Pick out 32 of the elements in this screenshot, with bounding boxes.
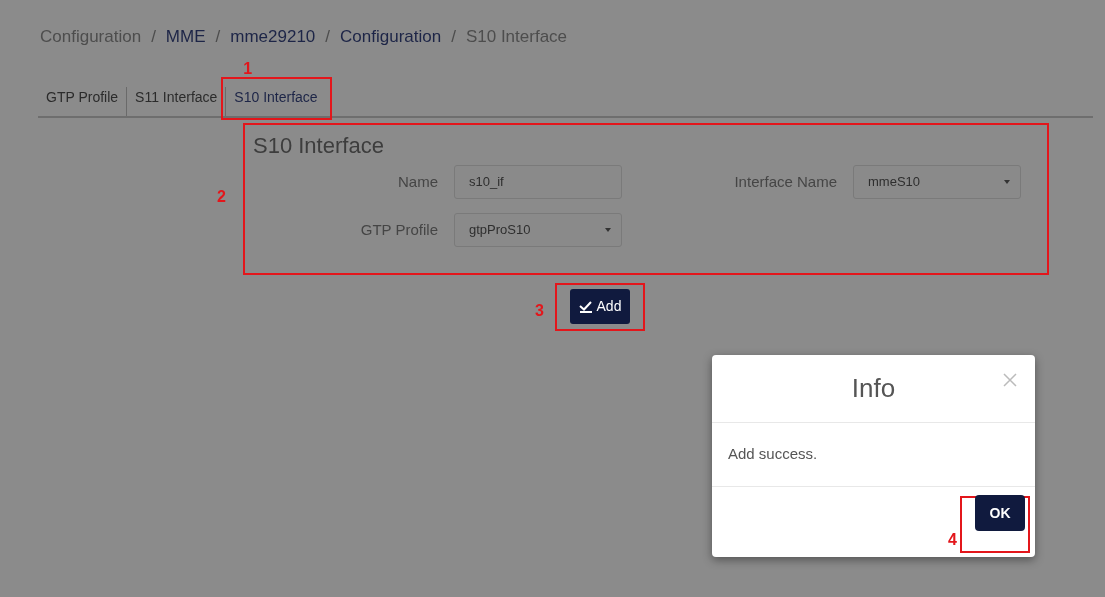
- tab[interactable]: S11 Interface: [126, 86, 226, 116]
- caret-icon: [605, 227, 611, 232]
- breadcrumb-link[interactable]: MME: [165, 24, 206, 50]
- tab[interactable]: S10 Interface: [225, 86, 326, 116]
- field-label: GTP Profile: [359, 219, 438, 240]
- dialog-message: Add success.: [728, 444, 818, 465]
- input-field[interactable]: s10_if: [454, 164, 622, 199]
- field-label: Name: [397, 171, 438, 192]
- breadcrumb-item: Configuration: [40, 26, 142, 48]
- annotation-number: 2: [217, 186, 226, 207]
- breadcrumb-link[interactable]: mme29210: [230, 24, 316, 50]
- breadcrumb-separator: /: [451, 26, 456, 48]
- caret-icon: [1004, 179, 1010, 184]
- field-label: Interface Name: [733, 171, 837, 192]
- dropdown[interactable]: gtpProS10: [454, 212, 622, 247]
- dropdown[interactable]: mmeS10: [853, 164, 1021, 199]
- breadcrumb-separator: /: [215, 26, 221, 48]
- breadcrumb-separator: /: [325, 26, 331, 48]
- breadcrumb-item: S10 Interface: [465, 26, 568, 48]
- annotation-number: 3: [535, 300, 544, 321]
- ok-button[interactable]: OK: [975, 495, 1025, 531]
- dialog-title: Info: [851, 372, 896, 405]
- close-button[interactable]: [1003, 373, 1017, 387]
- form-title: S10 Interface: [253, 132, 385, 159]
- check-icon: [578, 300, 593, 313]
- tab[interactable]: GTP Profile: [38, 86, 127, 116]
- close-icon: [1003, 373, 1017, 387]
- breadcrumb-link[interactable]: Configuration: [340, 24, 442, 50]
- add-button[interactable]: Add: [569, 289, 631, 324]
- annotation-number: 1: [243, 58, 253, 79]
- annotation-number: 4: [948, 530, 957, 550]
- breadcrumb-separator: /: [151, 26, 156, 48]
